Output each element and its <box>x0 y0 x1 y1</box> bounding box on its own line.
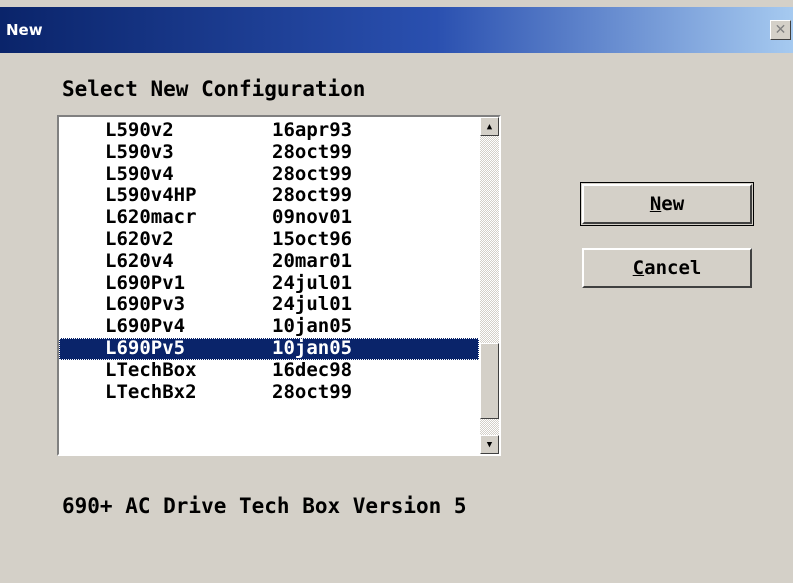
list-item[interactable]: LTechBox 16dec98 <box>59 358 479 382</box>
config-date: 28oct99 <box>272 140 353 163</box>
vertical-scrollbar[interactable]: ▲ ▼ <box>480 117 499 454</box>
list-item[interactable]: L690Pv3 24jul01 <box>59 294 479 316</box>
scroll-up-button[interactable]: ▲ <box>480 117 499 136</box>
list-item[interactable]: L590v4 28oct99 <box>59 162 479 186</box>
config-name: L620v2 <box>105 227 174 250</box>
list-item[interactable]: L590v3 28oct99 <box>59 140 479 164</box>
close-button[interactable]: ✕ <box>770 20 791 40</box>
new-button-label: ew <box>661 193 685 215</box>
title-bar[interactable]: New ✕ <box>0 7 793 53</box>
new-button[interactable]: New <box>580 182 754 226</box>
config-name: L690Pv5 <box>105 336 186 359</box>
config-name: L690Pv3 <box>105 293 186 316</box>
config-name: LTechBx2 <box>105 380 197 403</box>
configuration-list: L590v2 16apr93 L590v3 28oct99 L590v4 28oct99 L… <box>59 119 479 404</box>
config-date: 16dec98 <box>272 358 353 381</box>
list-item[interactable]: L620v2 15oct96 <box>59 227 479 251</box>
list-item[interactable]: L620macr 09nov01 <box>59 206 479 229</box>
close-icon: ✕ <box>774 22 787 38</box>
arrow-down-icon: ▼ <box>486 439 493 450</box>
config-date: 28oct99 <box>272 184 353 207</box>
config-name: L690Pv1 <box>105 271 186 294</box>
select-config-heading: Select New Configuration <box>62 77 366 101</box>
cancel-button-label: ancel <box>644 257 702 279</box>
config-name: L590v4HP <box>105 184 197 207</box>
config-date: 10jan05 <box>272 315 353 338</box>
cancel-button[interactable]: Cancel <box>582 248 752 288</box>
config-date: 24jul01 <box>272 271 353 294</box>
config-name: LTechBox <box>105 358 197 381</box>
config-name: L590v2 <box>105 119 174 141</box>
window-title: New <box>6 21 43 39</box>
config-date: 09nov01 <box>272 206 353 229</box>
list-item[interactable]: L590v4HP 28oct99 <box>59 185 479 207</box>
config-date: 28oct99 <box>272 380 353 403</box>
config-name: L620macr <box>105 206 197 229</box>
list-item[interactable]: L620v4 20mar01 <box>59 249 479 273</box>
list-item[interactable]: L690Pv4 10jan05 <box>59 315 479 338</box>
config-name: L590v3 <box>105 140 174 163</box>
new-button-mnemonic: N <box>649 193 662 215</box>
config-name: L590v4 <box>105 162 174 185</box>
list-item[interactable]: L690Pv5 10jan05 <box>59 336 479 360</box>
scroll-down-button[interactable]: ▼ <box>480 435 499 454</box>
scroll-thumb[interactable] <box>480 343 499 419</box>
config-name: L620v4 <box>105 249 174 272</box>
config-date: 20mar01 <box>272 249 353 272</box>
new-configuration-dialog: New ✕ Select New Configuration L590v2 16a… <box>0 0 793 583</box>
config-date: 24jul01 <box>272 293 353 316</box>
list-item[interactable]: LTechBx2 28oct99 <box>59 380 479 404</box>
arrow-up-icon: ▲ <box>486 121 493 132</box>
configuration-description: 690+ AC Drive Tech Box Version 5 <box>62 494 467 518</box>
config-date: 15oct96 <box>272 227 353 250</box>
config-date: 10jan05 <box>272 336 353 359</box>
config-date: 16apr93 <box>272 119 353 141</box>
config-name: L690Pv4 <box>105 315 186 338</box>
configuration-listbox[interactable]: L590v2 16apr93 L590v3 28oct99 L590v4 28oct99 L… <box>57 115 501 456</box>
list-item[interactable]: L590v2 16apr93 <box>59 119 479 142</box>
list-item[interactable]: L690Pv1 24jul01 <box>59 271 479 295</box>
config-date: 28oct99 <box>272 162 353 185</box>
cancel-button-mnemonic: C <box>632 257 645 279</box>
